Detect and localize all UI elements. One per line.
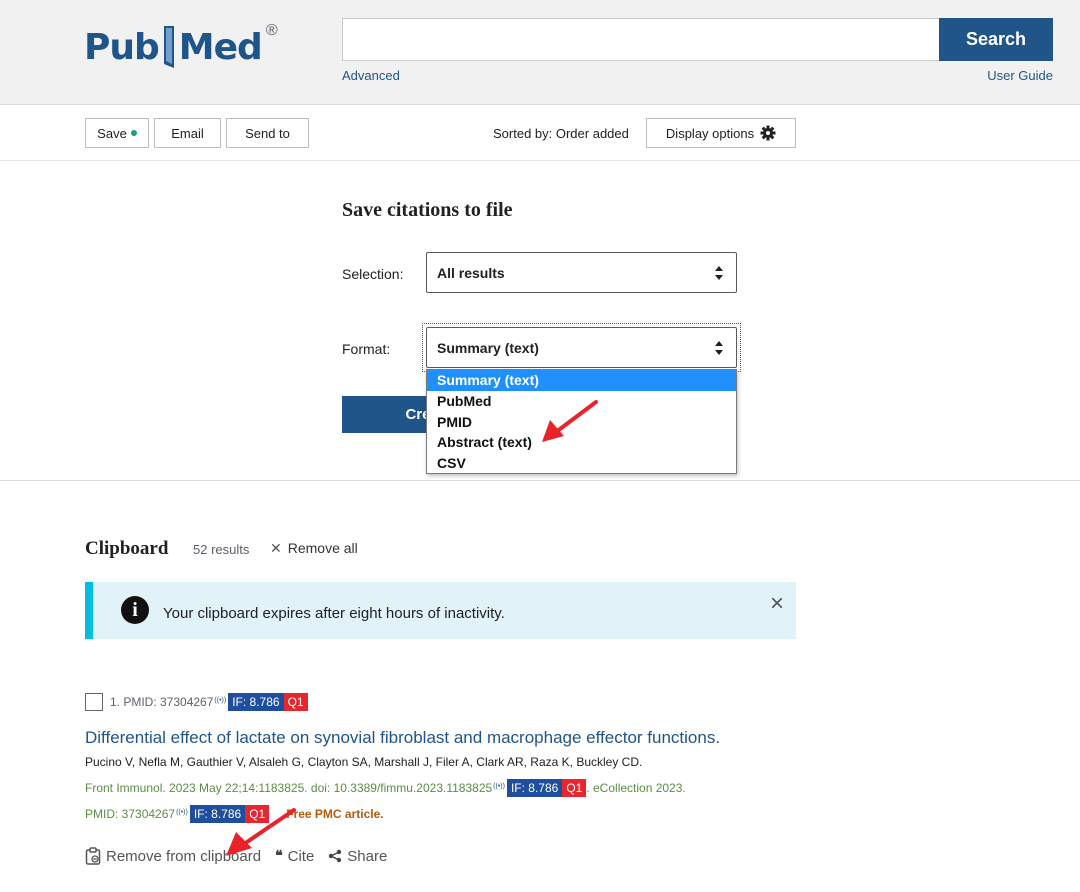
info-icon: i — [121, 596, 149, 624]
result-number-pmid: 1. PMID: 37304267 — [110, 695, 214, 709]
result-meta: 1. PMID: 37304267 ((•)) IF: 8.786 Q1 — [110, 693, 308, 711]
book-icon — [163, 26, 174, 68]
format-value: Summary (text) — [437, 339, 539, 356]
selection-label: Selection: — [342, 266, 404, 282]
gear-icon — [760, 125, 776, 141]
quartile-badge: Q1 — [283, 693, 308, 711]
share-icon — [329, 849, 342, 863]
email-button[interactable]: Email — [154, 118, 221, 148]
pmid-text: PMID: 37304267 — [85, 807, 176, 821]
search-button[interactable]: Search — [939, 18, 1053, 61]
annotation-arrow-icon — [226, 808, 296, 856]
signal-icon: ((•)) — [493, 782, 505, 790]
selection-select[interactable]: All results — [426, 252, 737, 293]
remove-all-label: Remove all — [287, 540, 358, 556]
result-checkbox[interactable] — [85, 693, 103, 711]
signal-icon: ((•)) — [214, 696, 227, 704]
logo-text-med: Med — [178, 27, 263, 68]
journal-citation: Front Immunol. 2023 May 22;14:1183825. d… — [85, 779, 686, 797]
results-count: 52 results — [193, 542, 250, 557]
ecollection-text: . eCollection 2023. — [586, 781, 686, 795]
advanced-search-link[interactable]: Advanced — [342, 68, 400, 83]
impact-factor-badge: IF: 8.786 — [228, 693, 284, 711]
clipboard-notice: i Your clipboard expires after eight hou… — [85, 582, 796, 639]
share-label: Share — [347, 847, 388, 865]
format-label: Format: — [342, 341, 391, 357]
display-options-button[interactable]: Display options — [646, 118, 796, 148]
user-guide-link[interactable]: User Guide — [987, 68, 1053, 83]
format-option[interactable]: CSV — [427, 453, 736, 474]
logo-text-pub: Pub — [84, 27, 160, 68]
share-button[interactable]: Share — [328, 848, 387, 865]
clipboard-title: Clipboard — [85, 538, 169, 559]
signal-icon: ((•)) — [176, 808, 188, 816]
clipboard-remove-icon — [85, 847, 101, 865]
free-pmc-badge: Free PMC article. — [286, 807, 384, 821]
results-toolbar: Save Email Send to Sorted by: Order adde… — [0, 105, 1080, 161]
impact-factor-badge: IF: 8.786 — [506, 779, 563, 797]
registered-mark: ® — [265, 22, 278, 39]
create-file-button[interactable]: Create file — [342, 396, 432, 433]
close-icon: ✕ — [270, 540, 282, 556]
sort-label: Sorted by: Order added — [493, 126, 629, 141]
annotation-arrow-icon — [542, 400, 598, 442]
sort-arrows-icon — [715, 341, 723, 355]
remove-all-button[interactable]: ✕ Remove all — [270, 540, 358, 557]
sort-arrows-icon — [715, 266, 723, 280]
article-title-link[interactable]: Differential effect of lactate on synovi… — [85, 728, 720, 748]
authors: Pucino V, Nefla M, Gauthier V, Alsaleh G… — [85, 755, 643, 769]
format-select[interactable]: Summary (text) — [426, 327, 737, 368]
format-option[interactable]: Summary (text) — [427, 370, 736, 391]
search-input[interactable] — [342, 18, 940, 61]
save-button[interactable]: Save — [85, 118, 149, 148]
citation-text: Front Immunol. 2023 May 22;14:1183825. d… — [85, 781, 493, 795]
save-button-label: Save — [97, 125, 127, 141]
display-options-label: Display options — [665, 125, 755, 141]
send-to-button[interactable]: Send to — [226, 118, 309, 148]
close-icon[interactable]: × — [770, 592, 784, 616]
panel-title: Save citations to file — [342, 199, 513, 221]
selection-value: All results — [437, 264, 505, 281]
quartile-badge: Q1 — [562, 779, 587, 797]
pubmed-logo[interactable]: Pub Med ® — [84, 18, 278, 70]
notice-text: Your clipboard expires after eight hours… — [163, 605, 505, 622]
site-header: Pub Med ® Search Advanced User Guide — [0, 0, 1080, 105]
active-dot-icon — [130, 130, 137, 136]
